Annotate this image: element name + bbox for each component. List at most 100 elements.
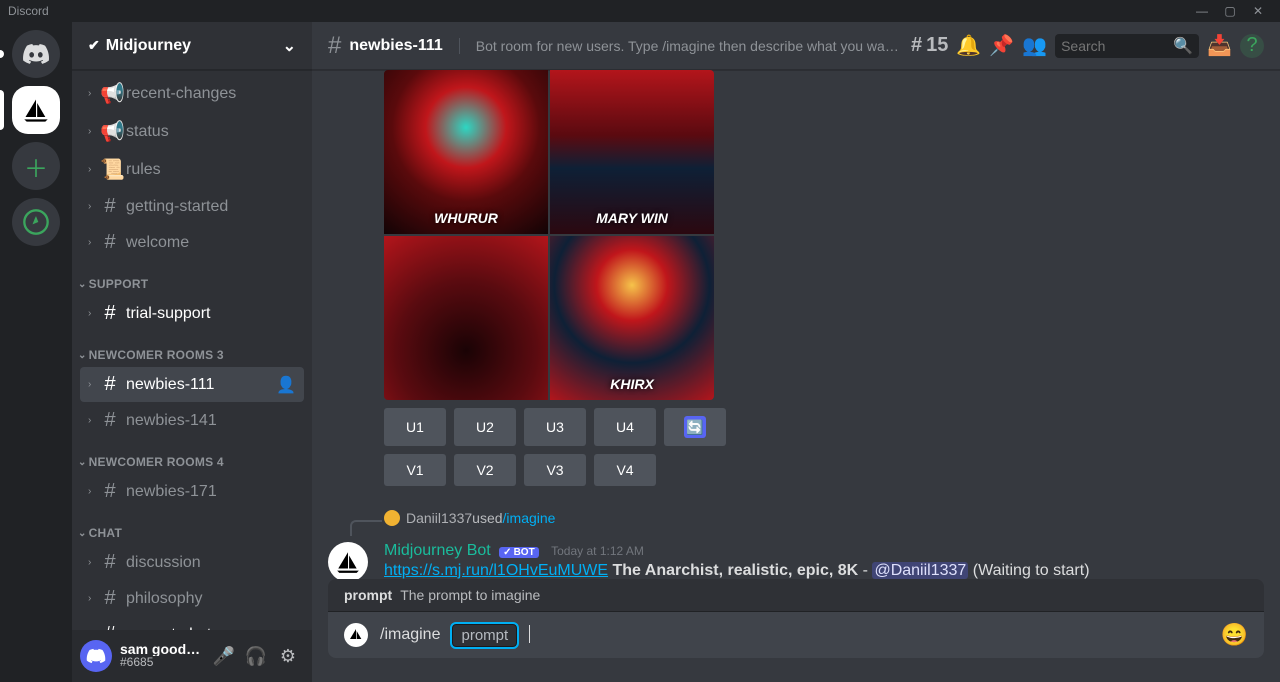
channel-newbies-141[interactable]: ›#newbies-141 — [80, 403, 304, 438]
titlebar: Discord — ▢ ✕ — [0, 0, 1280, 22]
hash-icon: # — [328, 32, 341, 60]
channel-type-icon: # — [100, 195, 120, 218]
channel-category[interactable]: ⌄SUPPORT — [72, 261, 304, 295]
channel-label: newbies-111 — [126, 376, 214, 394]
window-maximize-button[interactable]: ▢ — [1216, 4, 1244, 18]
autocomplete-popup[interactable]: prompt The prompt to imagine — [328, 579, 1264, 612]
message-input-area: prompt The prompt to imagine /imagine pr… — [312, 579, 1280, 682]
channel-philosophy[interactable]: ›#philosophy — [80, 581, 304, 616]
guild-midjourney[interactable] — [12, 86, 60, 134]
compass-icon — [22, 208, 50, 236]
mute-button[interactable]: 🎤 — [208, 646, 240, 667]
search-box[interactable]: 🔍 — [1055, 34, 1199, 58]
channel-type-icon: # — [100, 373, 120, 396]
author-avatar[interactable] — [328, 542, 368, 579]
help-button[interactable]: ? — [1240, 34, 1264, 58]
channel-label: getting-started — [126, 198, 228, 216]
command-param-chip[interactable]: prompt — [452, 624, 517, 647]
channel-discussion[interactable]: ›#discussion — [80, 545, 304, 580]
channel-label: recent-changes — [126, 85, 236, 103]
channel-type-icon: # — [100, 409, 120, 432]
refresh-icon: 🔄 — [684, 416, 706, 438]
reply-user: Daniil1337 — [406, 510, 472, 526]
channel-welcome[interactable]: ›#welcome — [80, 225, 304, 260]
chevron-down-icon: ⌄ — [283, 36, 296, 56]
upscale-u4-button[interactable]: U4 — [594, 408, 656, 446]
channel-header: # newbies-111 Bot room for new users. Ty… — [312, 22, 1280, 70]
channel-type-icon: # — [100, 480, 120, 503]
notifications-button[interactable]: 🔔 — [956, 33, 981, 58]
generated-image-grid[interactable]: WHURUR MARY WIN KHIRX — [384, 70, 714, 400]
channel-rules[interactable]: ›📜rules — [80, 151, 304, 188]
window-close-button[interactable]: ✕ — [1244, 4, 1272, 18]
server-header[interactable]: ✔ Midjourney ⌄ — [72, 22, 312, 70]
channel-label: status — [126, 123, 169, 141]
channel-trial-support[interactable]: ›#trial-support — [80, 296, 304, 331]
sailboat-icon — [335, 549, 361, 575]
threads-icon: # — [911, 34, 922, 57]
add-server-button[interactable]: ＋ — [12, 142, 60, 190]
message-list[interactable]: WHURUR MARY WIN KHIRX U1 U2 U3 U4 🔄 V1 V… — [312, 70, 1280, 579]
channel-topic: Bot room for new users. Type /imagine th… — [459, 38, 903, 54]
message-input[interactable]: /imagine prompt 😄 — [328, 612, 1264, 658]
user-settings-button[interactable]: ⚙ — [272, 646, 304, 667]
message-content: https://s.mj.run/l1OHvEuMUWE The Anarchi… — [384, 562, 1264, 579]
member-list-button[interactable]: 👥 — [1022, 33, 1047, 58]
variation-v2-button[interactable]: V2 — [454, 454, 516, 486]
image-tile: MARY WIN — [550, 70, 714, 234]
upscale-u2-button[interactable]: U2 — [454, 408, 516, 446]
window-minimize-button[interactable]: — — [1188, 4, 1216, 18]
upscale-u1-button[interactable]: U1 — [384, 408, 446, 446]
channel-label: discussion — [126, 554, 201, 572]
main-content: # newbies-111 Bot room for new users. Ty… — [312, 22, 1280, 682]
upscale-u3-button[interactable]: U3 — [524, 408, 586, 446]
create-invite-icon[interactable]: 👤 — [276, 375, 296, 395]
emoji-picker-button[interactable]: 😄 — [1221, 622, 1248, 648]
home-button[interactable] — [12, 30, 60, 78]
channel-label: rules — [126, 161, 161, 179]
channel-prompt-chat[interactable]: ›#prompt-chat — [80, 617, 304, 630]
slash-command: /imagine — [380, 626, 440, 644]
channel-name: newbies-111 — [349, 37, 442, 55]
channel-type-icon: # — [100, 231, 120, 254]
deafen-button[interactable]: 🎧 — [240, 646, 272, 667]
explore-servers-button[interactable] — [12, 198, 60, 246]
user-panel: sam good… #6685 🎤 🎧 ⚙ — [72, 630, 312, 682]
reply-context[interactable]: Daniil1337 used /imagine — [384, 510, 1264, 526]
user-avatar[interactable] — [80, 640, 112, 672]
variation-v4-button[interactable]: V4 — [594, 454, 656, 486]
channel-category[interactable]: ⌄CHAT — [72, 510, 304, 544]
user-mention[interactable]: @Daniil1337 — [872, 562, 968, 579]
verified-icon: ✔ — [88, 37, 100, 53]
channel-newbies-171[interactable]: ›#newbies-171 — [80, 474, 304, 509]
message: Midjourney Bot BOT Today at 1:12 AM http… — [328, 542, 1264, 579]
author-name[interactable]: Midjourney Bot — [384, 542, 491, 559]
channel-category[interactable]: ⌄NEWCOMER ROOMS 4 — [72, 439, 304, 473]
channel-recent-changes[interactable]: ›📢recent-changes — [80, 75, 304, 112]
channel-type-icon: # — [100, 623, 120, 630]
channel-label: trial-support — [126, 305, 210, 323]
channel-label: newbies-171 — [126, 483, 217, 501]
upscale-button-row: U1 U2 U3 U4 🔄 — [384, 408, 1264, 446]
variation-v1-button[interactable]: V1 — [384, 454, 446, 486]
channel-type-icon: # — [100, 587, 120, 610]
variation-v3-button[interactable]: V3 — [524, 454, 586, 486]
channel-sidebar: ✔Midjourney ⌄ ›📢recent-changes›📢status›📜… — [72, 22, 312, 682]
channel-type-icon: 📢 — [100, 81, 120, 106]
search-input[interactable] — [1061, 38, 1173, 54]
reroll-button[interactable]: 🔄 — [664, 408, 726, 446]
channel-newbies-111[interactable]: ›#newbies-111👤 — [80, 367, 304, 402]
threads-button[interactable]: #15 — [911, 34, 948, 57]
server-name: Midjourney — [106, 37, 191, 54]
guild-sidebar: ＋ — [0, 22, 72, 682]
channel-category[interactable]: ⌄NEWCOMER ROOMS 3 — [72, 332, 304, 366]
channel-getting-started[interactable]: ›#getting-started — [80, 189, 304, 224]
message-link[interactable]: https://s.mj.run/l1OHvEuMUWE — [384, 562, 608, 579]
image-tile — [384, 236, 548, 400]
image-tile: WHURUR — [384, 70, 548, 234]
pinned-messages-button[interactable]: 📌 — [989, 33, 1014, 58]
channel-status[interactable]: ›📢status — [80, 113, 304, 150]
text-cursor-area[interactable] — [529, 625, 1208, 645]
inbox-button[interactable]: 📥 — [1207, 33, 1232, 58]
user-tag: #6685 — [120, 656, 208, 669]
